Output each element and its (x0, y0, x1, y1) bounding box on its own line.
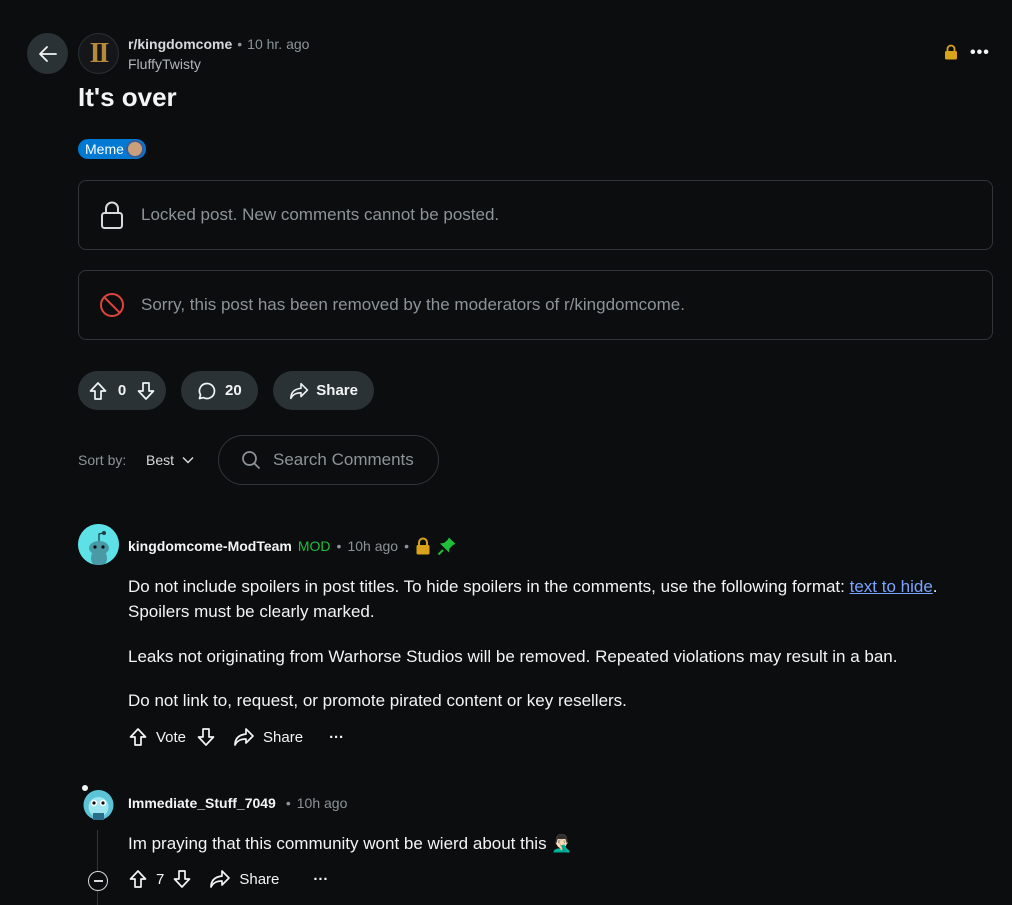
post-title: It's over (78, 82, 177, 112)
separator-dot: • (285, 795, 291, 811)
comment-paragraph: Do not include spoilers in post titles. … (128, 574, 988, 624)
share-label: Share (316, 382, 358, 399)
comment-more-button[interactable]: ··· (313, 871, 328, 888)
share-icon (210, 870, 231, 888)
post-flair[interactable]: Meme (78, 139, 146, 159)
sort-dropdown[interactable]: Best (146, 452, 194, 468)
comment-body: Do not include spoilers in post titles. … (128, 574, 988, 713)
share-label: Share (263, 728, 304, 746)
share-icon (290, 382, 309, 399)
comment-time: 10h ago (296, 795, 348, 811)
comment-paragraph: Do not link to, request, or promote pira… (128, 691, 627, 710)
back-button[interactable] (27, 33, 68, 74)
separator-dot: • (336, 538, 342, 554)
more-icon: ··· (329, 728, 345, 746)
lock-icon (416, 537, 430, 555)
upvote-icon (129, 870, 147, 888)
share-button[interactable]: Share (209, 869, 279, 889)
locked-notice-text: Locked post. New comments cannot be post… (141, 205, 500, 224)
ban-icon (100, 293, 124, 317)
separator-dot: • (404, 538, 409, 554)
post-time: 10 hr. ago (247, 36, 310, 52)
search-comments-input[interactable]: Search Comments (218, 435, 439, 485)
pin-icon (437, 537, 456, 556)
more-icon: ••• (970, 44, 990, 61)
upvote-icon (129, 728, 147, 746)
lock-icon (944, 44, 958, 65)
share-button[interactable]: Share (273, 371, 374, 410)
downvote-icon (197, 728, 215, 746)
lock-icon (101, 201, 123, 229)
search-icon (242, 451, 261, 470)
comment-actions: 7 Share ··· (128, 869, 328, 889)
back-arrow-icon (38, 45, 57, 62)
sort-value: Best (146, 452, 175, 468)
share-icon (234, 728, 254, 746)
separator-dot: • (237, 36, 243, 52)
flair-emoji-icon (125, 140, 144, 158)
facepalm-emoji-icon: 🤦🏻‍♂️ (551, 834, 573, 853)
comment-header: Immediate_Stuff_7049 • 10h ago (128, 795, 347, 811)
more-options-button[interactable]: ••• (970, 44, 990, 62)
comment-text: Do not include spoilers in post titles. … (128, 577, 850, 596)
post-meta: r/kingdomcome • 10 hr. ago (128, 36, 309, 52)
snoo-avatar-icon (78, 524, 119, 565)
comment-icon (198, 382, 216, 399)
comment-more-button[interactable]: ··· (329, 729, 344, 746)
share-label: Share (239, 870, 280, 888)
upvote-button[interactable]: Vote (128, 727, 186, 747)
avatar[interactable] (78, 783, 119, 824)
collapse-thread-button[interactable] (88, 871, 108, 891)
comment-author[interactable]: Immediate_Stuff_7049 (128, 795, 276, 811)
snoo-avatar-icon (82, 785, 114, 820)
post-author[interactable]: FluffyTwisty (128, 56, 201, 72)
spoiler-example-link[interactable]: text to hide (850, 577, 933, 596)
subreddit-avatar[interactable]: II (78, 33, 119, 74)
vote-label: Vote (156, 728, 187, 746)
share-button[interactable]: Share (233, 727, 303, 747)
comment-text: Im praying that this community wont be w… (128, 834, 547, 853)
subreddit-link[interactable]: r/kingdomcome (128, 36, 232, 52)
upvote-icon[interactable] (88, 381, 108, 401)
comment-body: Im praying that this community wont be w… (128, 831, 988, 856)
vote-control: 0 (78, 371, 166, 410)
mod-badge: MOD (297, 538, 331, 554)
collapse-icon (93, 880, 103, 882)
flair-label: Meme (85, 141, 124, 157)
thread-line[interactable] (97, 830, 98, 905)
comment-header: kingdomcome-ModTeam MOD • 10h ago • (128, 536, 457, 556)
post-score: 0 (117, 382, 127, 399)
downvote-icon (173, 870, 191, 888)
comments-button[interactable]: 20 (181, 371, 258, 410)
sort-label: Sort by: (78, 452, 127, 468)
comment-author[interactable]: kingdomcome-ModTeam (128, 538, 292, 554)
downvote-icon[interactable] (136, 381, 156, 401)
comment-actions: Vote Share ··· (128, 727, 344, 747)
downvote-button[interactable] (196, 727, 216, 747)
comment-score: 7 (156, 870, 165, 888)
removed-notice: Sorry, this post has been removed by the… (78, 270, 993, 340)
comment-paragraph: Leaks not originating from Warhorse Stud… (128, 647, 898, 666)
locked-notice: Locked post. New comments cannot be post… (78, 180, 993, 250)
comment-paragraph: Im praying that this community wont be w… (128, 831, 988, 856)
search-placeholder: Search Comments (273, 450, 414, 469)
comments-count: 20 (225, 382, 242, 399)
more-icon: ··· (313, 870, 329, 888)
upvote-button[interactable]: 7 (128, 869, 164, 889)
downvote-button[interactable] (172, 869, 192, 889)
avatar[interactable] (78, 524, 119, 565)
subreddit-logo-icon: II (89, 37, 110, 69)
removed-notice-text: Sorry, this post has been removed by the… (141, 295, 685, 314)
chevron-down-icon (182, 456, 194, 464)
comment-time: 10h ago (347, 538, 399, 554)
